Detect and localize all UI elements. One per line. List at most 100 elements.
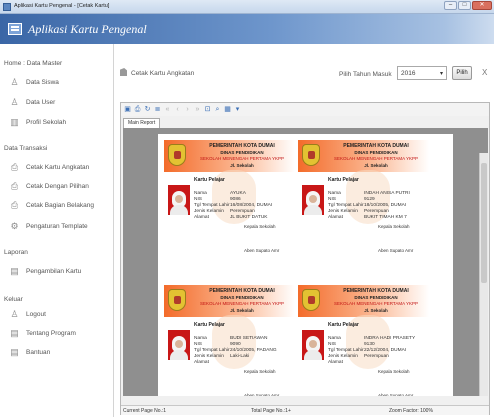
- student-photo: [302, 330, 324, 360]
- sidebar-item-cetak-bagian-belakang[interactable]: ⎙ Cetak Bagian Belakang: [11, 199, 94, 211]
- card-header-line3: SEKOLAH MENENGAH PERTAMA YKPP: [199, 301, 285, 306]
- card-header-line4: Jl. Sekolah: [364, 308, 388, 313]
- first-page-icon[interactable]: «: [164, 106, 171, 113]
- card-sign-name: Aben Supato Amr: [244, 393, 280, 396]
- card-value-nis: 9090: [230, 342, 241, 347]
- card-sign-title: Kepala Sekolah: [378, 224, 410, 229]
- card-value-nis: 9129: [364, 197, 375, 202]
- minimize-button[interactable]: –: [444, 1, 457, 10]
- school-emblem-icon: [168, 289, 186, 311]
- vertical-scrollbar[interactable]: [479, 153, 488, 396]
- card-header-line4: Jl. Sekolah: [230, 163, 254, 168]
- sidebar-item-cetak-kartu-angkatan[interactable]: ⎙ Cetak Kartu Angkatan: [11, 161, 89, 173]
- card-label-jk: Jenis Kelamin: [328, 354, 358, 359]
- sidebar-item-pengaturan-template[interactable]: ⚙ Pengaturan Template: [10, 220, 87, 232]
- sidebar-section-transaksi: Data Transaksi: [4, 145, 48, 152]
- card-value-jk: Perempuan: [230, 209, 255, 214]
- sidebar-section-keluar: Keluar: [4, 296, 23, 303]
- sidebar-item-bantuan[interactable]: ▤ Bantuan: [10, 346, 50, 358]
- card-header: PEMERINTAH KOTA DUMAI DINAS PENDIDIKAN S…: [164, 285, 295, 317]
- card-value-ttl: 22/12/2004, DUMAI: [364, 348, 407, 353]
- card-sign-title: Kepala Sekolah: [244, 224, 276, 229]
- sidebar-item-tentang-program[interactable]: ▤ Tentang Program: [10, 327, 76, 339]
- person-icon: ♙: [10, 77, 19, 87]
- school-emblem-icon: [168, 144, 186, 166]
- card-header-line4: Jl. Sekolah: [364, 163, 388, 168]
- status-zoom: Zoom Factor: 100%: [389, 408, 433, 414]
- card-sign-title: Kepala Sekolah: [244, 369, 276, 374]
- document-icon: ▤: [10, 266, 19, 276]
- card-label-nama: Nama: [328, 191, 341, 196]
- prev-page-icon[interactable]: ‹: [174, 106, 181, 113]
- window-controls: – □ ✕: [444, 1, 492, 10]
- zoom-dropdown-icon[interactable]: ▾: [234, 106, 241, 113]
- card-sign-name: Aben Supato Amr: [378, 248, 414, 253]
- card-sign-name: Aben Supato Amr: [378, 393, 414, 396]
- card-label-nis: NIS: [194, 197, 202, 202]
- card-value-alamat: JL BUKIT DATUK: [230, 215, 268, 220]
- viewer-status-bar: Current Page No.:1 Total Page No.:1+ Zoo…: [121, 405, 489, 415]
- card-label-nis: NIS: [328, 342, 336, 347]
- app-logo-icon: [8, 23, 22, 35]
- printer-icon: ⎙: [10, 200, 19, 210]
- card-value-nama: INDRA HADI PRASETY: [364, 336, 416, 341]
- sidebar-section-master: Home : Data Master: [4, 60, 63, 67]
- status-current-page: Current Page No.:1: [123, 408, 167, 414]
- app-window: Aplikasi Kartu Pengenal - [Cetak Kartu] …: [0, 0, 494, 417]
- card-label-nama: Nama: [194, 191, 207, 196]
- id-card: PEMERINTAH KOTA DUMAI DINAS PENDIDIKAN S…: [164, 140, 295, 283]
- card-label-jk: Jenis Kelamin: [194, 209, 224, 214]
- next-page-icon[interactable]: ›: [184, 106, 191, 113]
- refresh-icon[interactable]: ↻: [144, 106, 151, 113]
- scrollbar-thumb[interactable]: [481, 163, 487, 283]
- card-type-label: Kartu Pelajar: [194, 322, 225, 328]
- close-page-button[interactable]: X: [482, 68, 487, 77]
- card-header-line2: DINAS PENDIDIKAN: [354, 295, 398, 300]
- sidebar-item-cetak-dengan-pilihan[interactable]: ⎙ Cetak Dengan Pilihan: [11, 180, 89, 192]
- goto-page-icon[interactable]: ⊡: [204, 106, 211, 113]
- report-page: PEMERINTAH KOTA DUMAI DINAS PENDIDIKAN S…: [158, 134, 453, 396]
- card-label-ttl: Tgl Tempat Lahir: [328, 203, 364, 208]
- card-label-ttl: Tgl Tempat Lahir: [328, 348, 364, 353]
- year-select[interactable]: 2016 ▾: [397, 66, 447, 80]
- sidebar-item-data-user[interactable]: ♙ Data User: [10, 96, 55, 108]
- sidebar-item-profil-sekolah[interactable]: ▥ Profil Sekolah: [10, 116, 66, 128]
- window-title: Aplikasi Kartu Pengenal - [Cetak Kartu]: [14, 3, 110, 9]
- page-title: Cetak Kartu Angkatan: [120, 68, 194, 77]
- sidebar-item-pengambilan-kartu[interactable]: ▤ Pengambilan Kartu: [10, 265, 81, 277]
- tab-main-report[interactable]: Main Report: [123, 118, 161, 128]
- printer-icon: ⎙: [10, 181, 19, 191]
- maximize-button[interactable]: □: [458, 1, 471, 10]
- card-header-line1: PEMERINTAH KOTA DUMAI: [209, 288, 275, 294]
- pilih-button[interactable]: Pilih: [452, 66, 472, 80]
- card-label-nama: Nama: [328, 336, 341, 341]
- close-window-button[interactable]: ✕: [472, 1, 492, 10]
- title-bar: Aplikasi Kartu Pengenal - [Cetak Kartu] …: [0, 0, 494, 14]
- card-header-line2: DINAS PENDIDIKAN: [354, 150, 398, 155]
- card-header-line3: SEKOLAH MENENGAH PERTAMA YKPP: [199, 156, 285, 161]
- card-header-line3: SEKOLAH MENENGAH PERTAMA YKPP: [333, 156, 419, 161]
- search-icon[interactable]: ⌕: [214, 106, 221, 113]
- card-header-line1: PEMERINTAH KOTA DUMAI: [343, 143, 409, 149]
- print-icon[interactable]: ⎙: [134, 106, 141, 113]
- export-icon[interactable]: ▣: [124, 106, 131, 113]
- sidebar-item-data-siswa[interactable]: ♙ Data Siswa: [10, 76, 58, 88]
- zoom-icon[interactable]: ▦: [224, 106, 231, 113]
- student-photo: [168, 330, 190, 360]
- card-value-jk: Perempuan: [364, 209, 389, 214]
- card-value-ttl: 24/10/2005, PADANG: [230, 348, 277, 353]
- card-header-line1: PEMERINTAH KOTA DUMAI: [343, 288, 409, 294]
- year-label: Pilih Tahun Masuk: [339, 71, 392, 78]
- status-total-page: Total Page No.:1+: [251, 408, 291, 414]
- tree-icon[interactable]: ≣: [154, 106, 161, 113]
- cetak-page-icon: [120, 68, 127, 76]
- school-emblem-icon: [302, 144, 320, 166]
- card-sign-name: Aben Supato Amr: [244, 248, 280, 253]
- card-header-line1: PEMERINTAH KOTA DUMAI: [209, 143, 275, 149]
- card-label-alamat: Alamat: [194, 215, 209, 220]
- sidebar-item-logout[interactable]: ♙ Logout: [10, 308, 45, 320]
- sidebar-section-laporan: Laporan: [4, 249, 28, 256]
- card-label-ttl: Tgl Tempat Lahir: [194, 348, 230, 353]
- last-page-icon[interactable]: »: [194, 106, 201, 113]
- card-header: PEMERINTAH KOTA DUMAI DINAS PENDIDIKAN S…: [298, 285, 429, 317]
